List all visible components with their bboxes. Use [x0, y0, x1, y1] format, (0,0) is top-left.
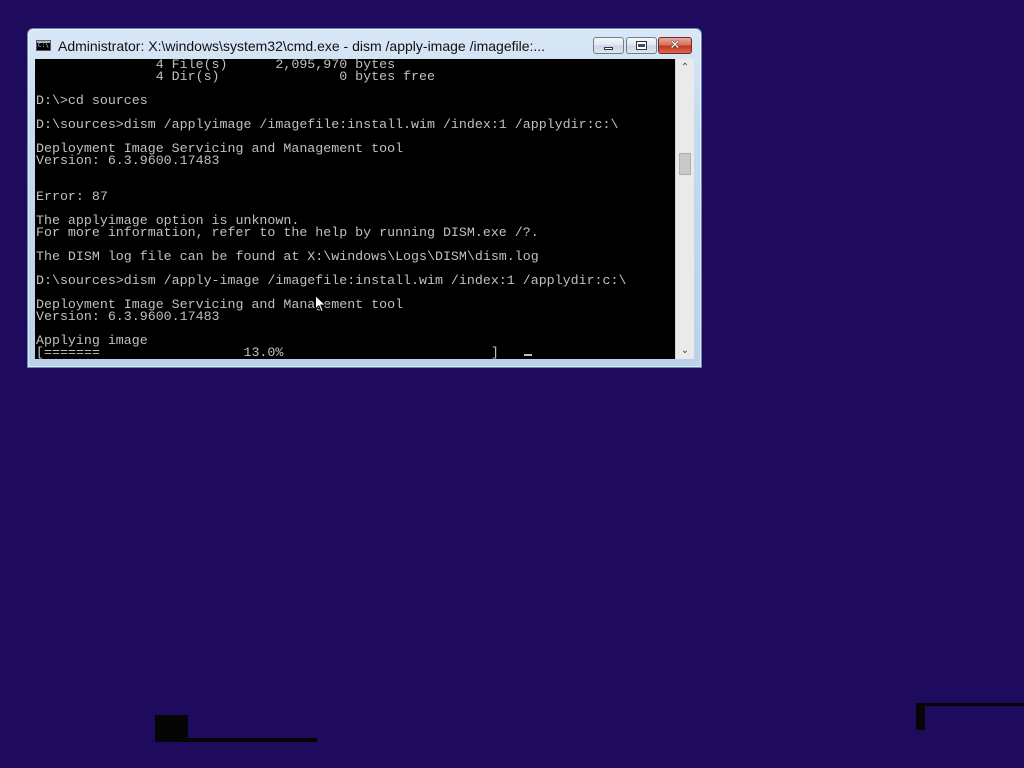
- screen-artifact: [916, 703, 925, 730]
- maximize-button[interactable]: [626, 37, 657, 54]
- title-bar[interactable]: Administrator: X:\windows\system32\cmd.e…: [28, 29, 701, 59]
- console-output[interactable]: 4 File(s) 2,095,970 bytes 4 Dir(s) 0 byt…: [35, 59, 675, 359]
- screen-artifact: [916, 703, 1024, 706]
- vertical-scrollbar[interactable]: ⌃ ⌄: [675, 59, 694, 359]
- scroll-up-button[interactable]: ⌃: [676, 59, 694, 76]
- minimize-icon: [604, 47, 613, 50]
- scroll-down-button[interactable]: ⌄: [676, 342, 694, 359]
- text-cursor: [524, 354, 532, 356]
- scroll-thumb[interactable]: [679, 153, 691, 175]
- cmd-window[interactable]: Administrator: X:\windows\system32\cmd.e…: [27, 28, 702, 368]
- desktop: Administrator: X:\windows\system32\cmd.e…: [0, 0, 1024, 768]
- close-button[interactable]: ✕: [658, 37, 692, 54]
- chevron-down-icon: ⌄: [680, 345, 690, 356]
- window-title: Administrator: X:\windows\system32\cmd.e…: [58, 38, 546, 54]
- minimize-button[interactable]: [593, 37, 624, 54]
- screen-artifact: [155, 715, 188, 742]
- cmd-icon[interactable]: [36, 40, 51, 51]
- console-text: 4 File(s) 2,095,970 bytes 4 Dir(s) 0 byt…: [36, 59, 627, 359]
- chevron-up-icon: ⌃: [680, 62, 690, 73]
- mouse-pointer-icon: [315, 295, 327, 313]
- screen-artifact: [185, 738, 317, 742]
- close-icon: ✕: [669, 38, 681, 53]
- maximize-icon: [636, 41, 647, 50]
